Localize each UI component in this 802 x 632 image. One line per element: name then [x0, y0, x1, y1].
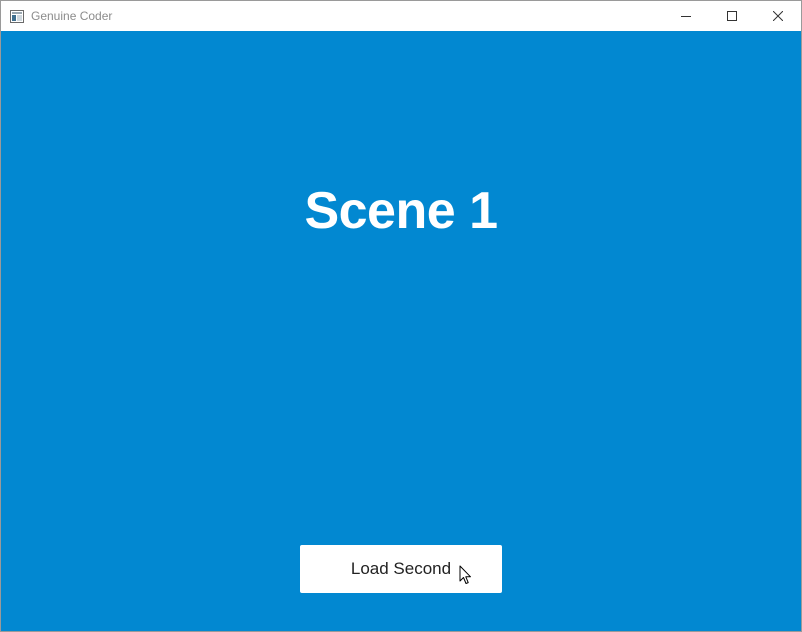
minimize-icon	[681, 16, 691, 17]
minimize-button[interactable]	[663, 1, 709, 31]
close-icon	[773, 11, 783, 21]
load-second-button[interactable]: Load Second	[300, 545, 502, 593]
close-button[interactable]	[755, 1, 801, 31]
title-bar[interactable]: Genuine Coder	[1, 1, 801, 31]
maximize-button[interactable]	[709, 1, 755, 31]
window-controls	[663, 1, 801, 31]
app-window: Genuine Coder Scene 1 Load Second	[0, 0, 802, 632]
scene-content: Scene 1 Load Second	[1, 31, 801, 631]
app-window-icon	[10, 9, 24, 23]
window-title: Genuine Coder	[31, 9, 113, 23]
scene-title: Scene 1	[304, 182, 498, 240]
maximize-icon	[727, 11, 737, 21]
